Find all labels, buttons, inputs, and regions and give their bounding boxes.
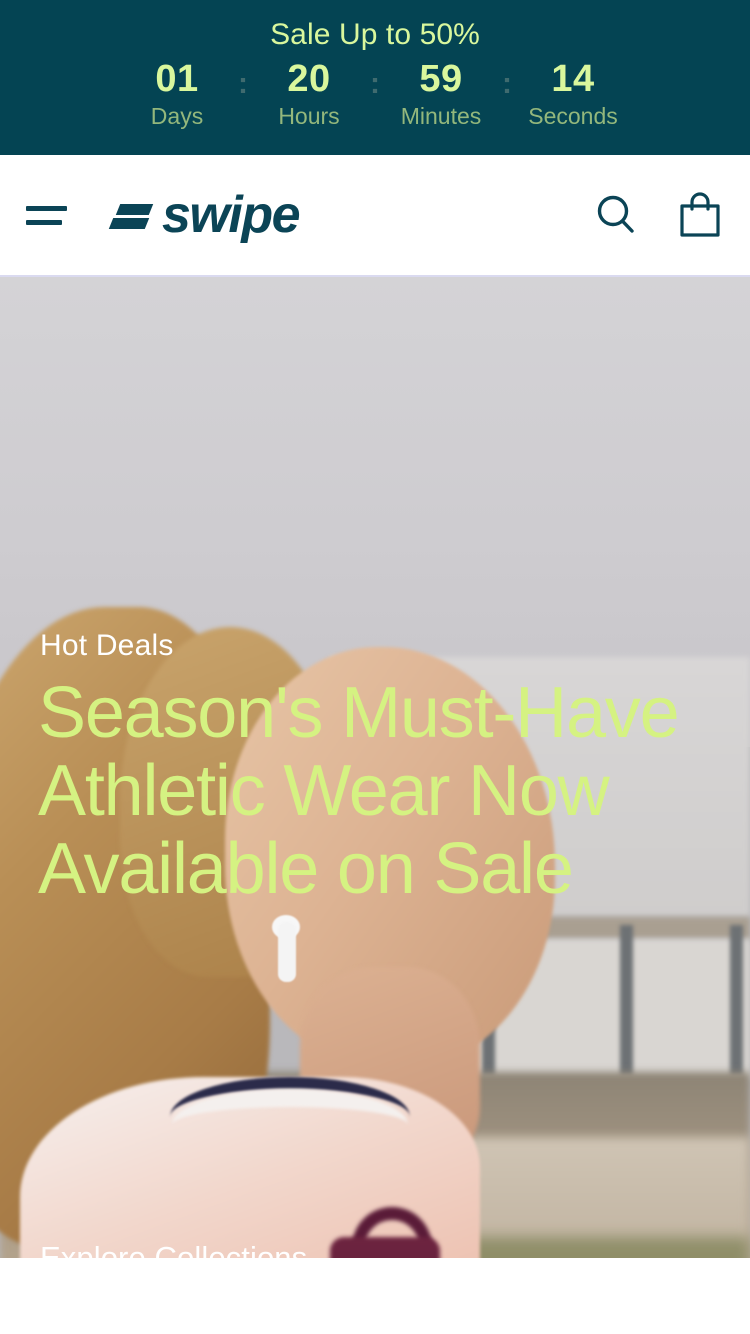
- countdown-unit-minutes: 59 Minutes: [382, 58, 500, 130]
- hamburger-bar-bottom: [26, 219, 62, 225]
- countdown-minutes-label: Minutes: [400, 102, 482, 129]
- countdown-unit-days: 01 Days: [118, 58, 236, 130]
- countdown-unit-seconds: 14 Seconds: [514, 58, 632, 130]
- mobile-screen: Sale Up to 50% 01 Days : 20 Hours : 59 M…: [0, 0, 750, 1334]
- sale-banner-title: Sale Up to 50%: [270, 18, 480, 51]
- swipe-slash-mark-icon: [108, 198, 155, 232]
- hero-bottom-spacer: [0, 1258, 750, 1282]
- shopping-bag-icon[interactable]: [676, 190, 724, 240]
- hamburger-menu-icon[interactable]: [26, 200, 70, 230]
- countdown-seconds-label: Seconds: [528, 102, 618, 129]
- header-actions: [592, 190, 724, 240]
- countdown-days-value: 01: [155, 58, 199, 100]
- countdown-separator: :: [502, 67, 512, 100]
- countdown-unit-hours: 20 Hours: [250, 58, 368, 130]
- announcement-bar: Sale Up to 50% 01 Days : 20 Hours : 59 M…: [0, 0, 750, 155]
- logo-text: swipe: [162, 186, 301, 244]
- site-header: swipe: [0, 155, 750, 277]
- countdown-minutes-value: 59: [419, 58, 463, 100]
- countdown-separator: :: [370, 67, 380, 100]
- hero-eyebrow: Hot Deals: [40, 629, 174, 662]
- search-icon[interactable]: [592, 191, 640, 239]
- logo[interactable]: swipe: [108, 186, 301, 244]
- hero-content: Hot Deals Season's Must-Have Athletic We…: [0, 277, 750, 1282]
- countdown-timer: 01 Days : 20 Hours : 59 Minutes : 14 Sec…: [118, 58, 632, 130]
- countdown-separator: :: [238, 67, 248, 100]
- hamburger-bar-top: [26, 205, 67, 211]
- hero-banner[interactable]: Sh Hot Deals Season's Must-Have Athletic…: [0, 277, 750, 1282]
- countdown-hours-label: Hours: [278, 102, 340, 129]
- countdown-days-label: Days: [150, 102, 204, 129]
- hero-headline: Season's Must-Have Athletic Wear Now Ava…: [38, 673, 680, 909]
- countdown-seconds-value: 14: [551, 58, 595, 100]
- countdown-hours-value: 20: [287, 58, 331, 100]
